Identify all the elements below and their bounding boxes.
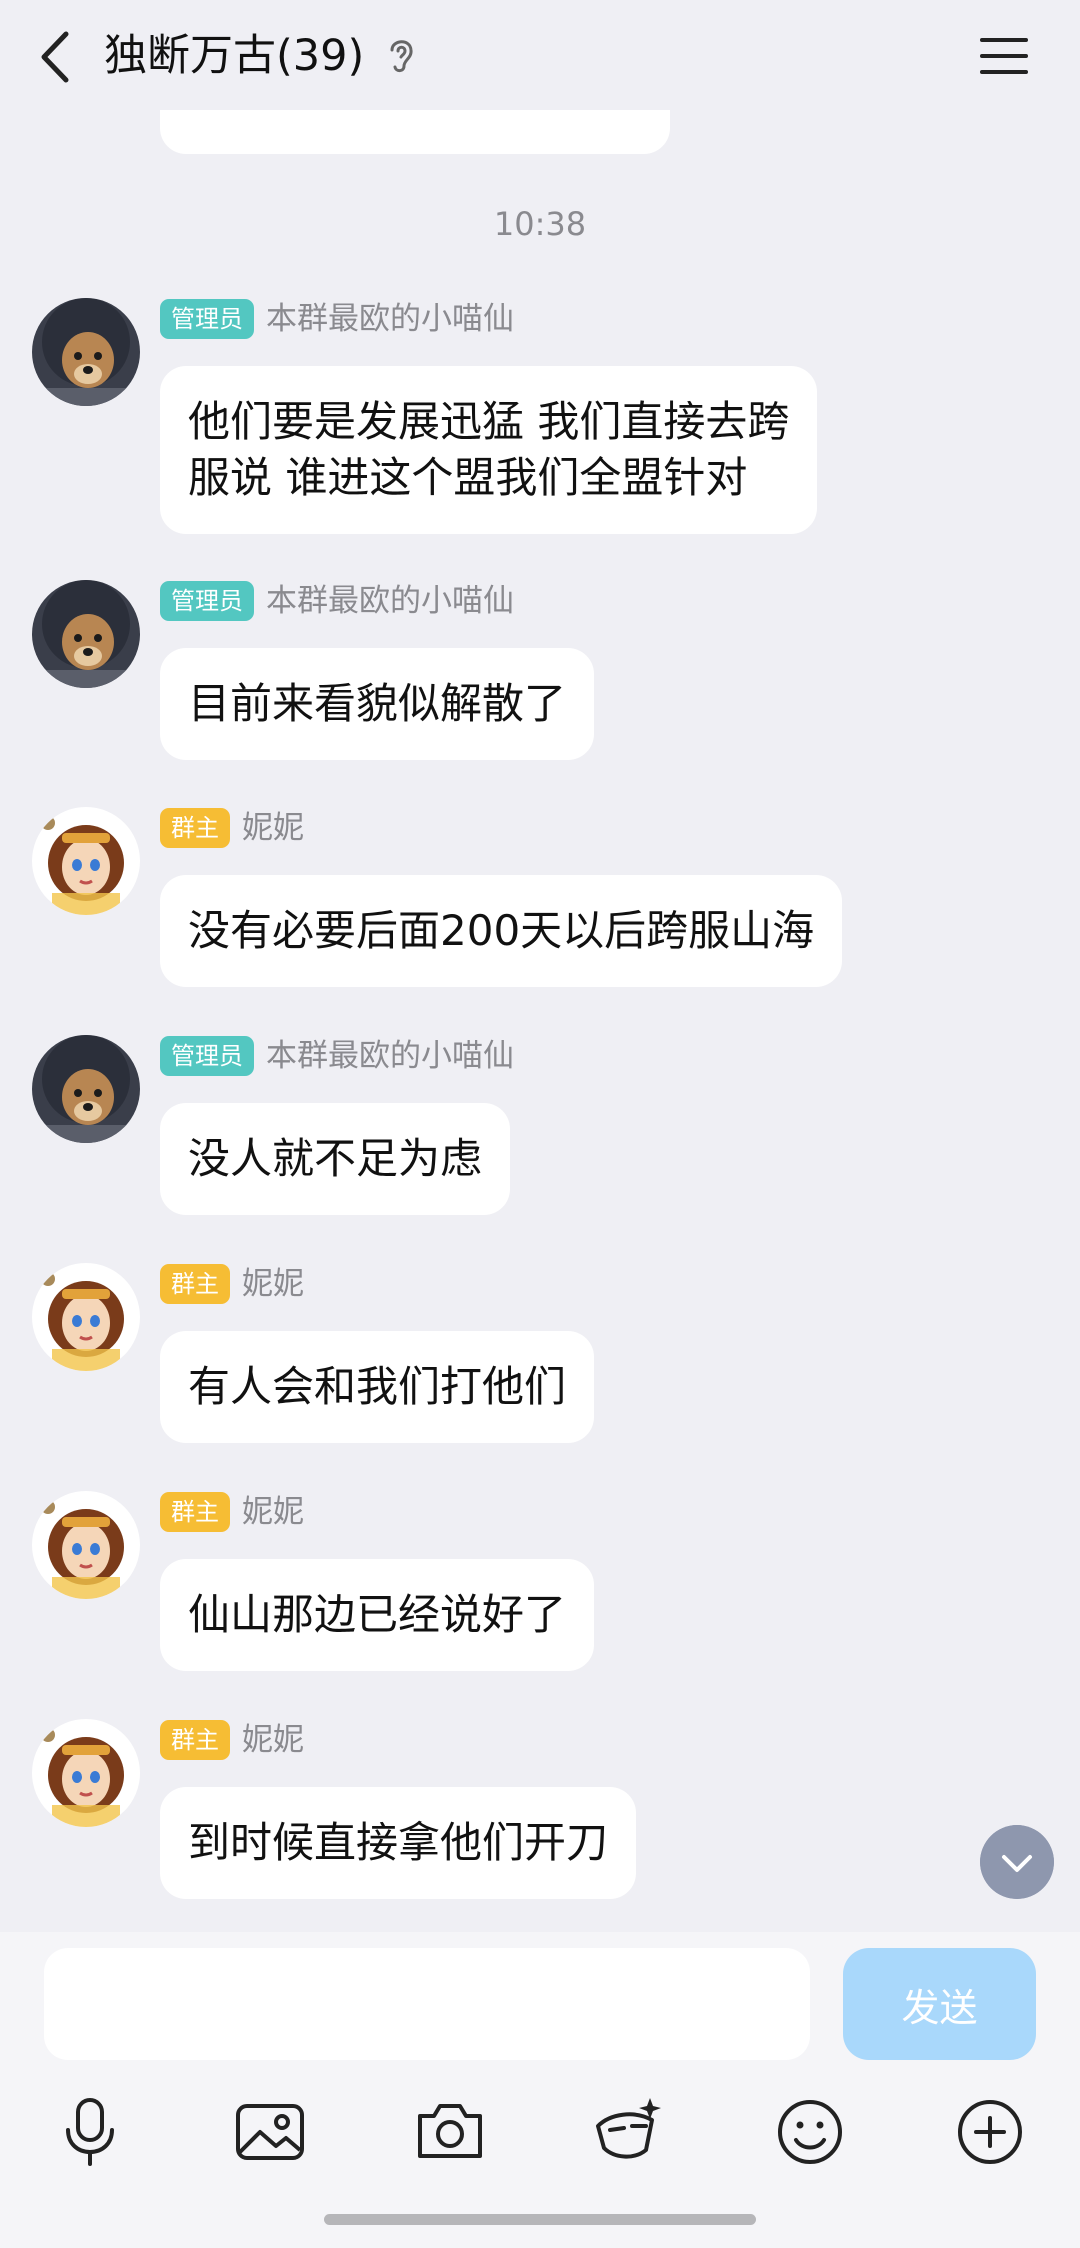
sender-name[interactable]: 妮妮 <box>242 1491 304 1533</box>
plus-icon[interactable] <box>950 2092 1030 2172</box>
message-meta: 群主 妮妮 <box>160 1491 304 1533</box>
sender-name[interactable]: 本群最欧的小喵仙 <box>266 580 514 622</box>
message-meta: 群主 妮妮 <box>160 1263 304 1305</box>
sender-name[interactable]: 妮妮 <box>242 807 304 849</box>
message-meta: 管理员 本群最欧的小喵仙 <box>160 580 514 622</box>
avatar[interactable] <box>32 807 140 915</box>
message-bubble[interactable]: 没有必要后面200天以后跨服山海 <box>160 875 843 987</box>
role-badge: 管理员 <box>160 1036 254 1076</box>
input-toolbar <box>0 2092 1080 2182</box>
camera-icon[interactable] <box>410 2092 490 2172</box>
avatar[interactable] <box>32 1263 140 1371</box>
avatar[interactable] <box>32 1719 140 1827</box>
role-badge: 管理员 <box>160 299 254 339</box>
role-badge: 群主 <box>160 808 230 848</box>
message-bubble[interactable]: 仙山那边已经说好了 <box>160 1559 595 1671</box>
chat-header: 独断万古(39) <box>0 0 1080 110</box>
message-bubble[interactable]: 有人会和我们打他们 <box>160 1331 595 1443</box>
role-badge: 群主 <box>160 1264 230 1304</box>
message-meta: 管理员 本群最欧的小喵仙 <box>160 1035 514 1077</box>
image-icon[interactable] <box>230 2092 310 2172</box>
sender-name[interactable]: 妮妮 <box>242 1719 304 1761</box>
red-packet-icon[interactable] <box>590 2092 670 2172</box>
chat-title[interactable]: 独断万古(39) <box>104 26 364 86</box>
message-meta: 群主 妮妮 <box>160 807 304 849</box>
role-badge: 群主 <box>160 1720 230 1760</box>
ear-icon[interactable] <box>384 34 418 76</box>
scroll-down-icon[interactable] <box>980 1825 1054 1899</box>
message-meta: 管理员 本群最欧的小喵仙 <box>160 298 514 340</box>
sender-name[interactable]: 本群最欧的小喵仙 <box>266 298 514 340</box>
sender-name[interactable]: 本群最欧的小喵仙 <box>266 1035 514 1077</box>
role-badge: 群主 <box>160 1492 230 1532</box>
message-meta: 群主 妮妮 <box>160 1719 304 1761</box>
avatar[interactable] <box>32 298 140 406</box>
message-bubble[interactable]: 到时候直接拿他们开刀 <box>160 1787 637 1899</box>
message-input[interactable] <box>44 1948 810 2060</box>
message-timestamp: 10:38 <box>493 205 587 243</box>
avatar[interactable] <box>32 1491 140 1599</box>
message-bubble[interactable]: 目前来看貌似解散了 <box>160 648 595 760</box>
message-bubble[interactable]: 没人就不足为虑 <box>160 1103 511 1215</box>
input-area: 发送 <box>0 1932 1080 2248</box>
back-arrow-icon[interactable] <box>30 22 80 92</box>
menu-icon[interactable] <box>976 28 1032 84</box>
microphone-icon[interactable] <box>50 2092 130 2172</box>
send-button[interactable]: 发送 <box>843 1948 1036 2060</box>
sender-name[interactable]: 妮妮 <box>242 1263 304 1305</box>
message-bubble[interactable]: 他们要是发展迅猛 我们直接去跨 服说 谁进这个盟我们全盟针对 <box>160 366 818 534</box>
emoji-icon[interactable] <box>770 2092 850 2172</box>
avatar[interactable] <box>32 1035 140 1143</box>
home-indicator[interactable] <box>324 2214 756 2225</box>
avatar[interactable] <box>32 580 140 688</box>
role-badge: 管理员 <box>160 581 254 621</box>
